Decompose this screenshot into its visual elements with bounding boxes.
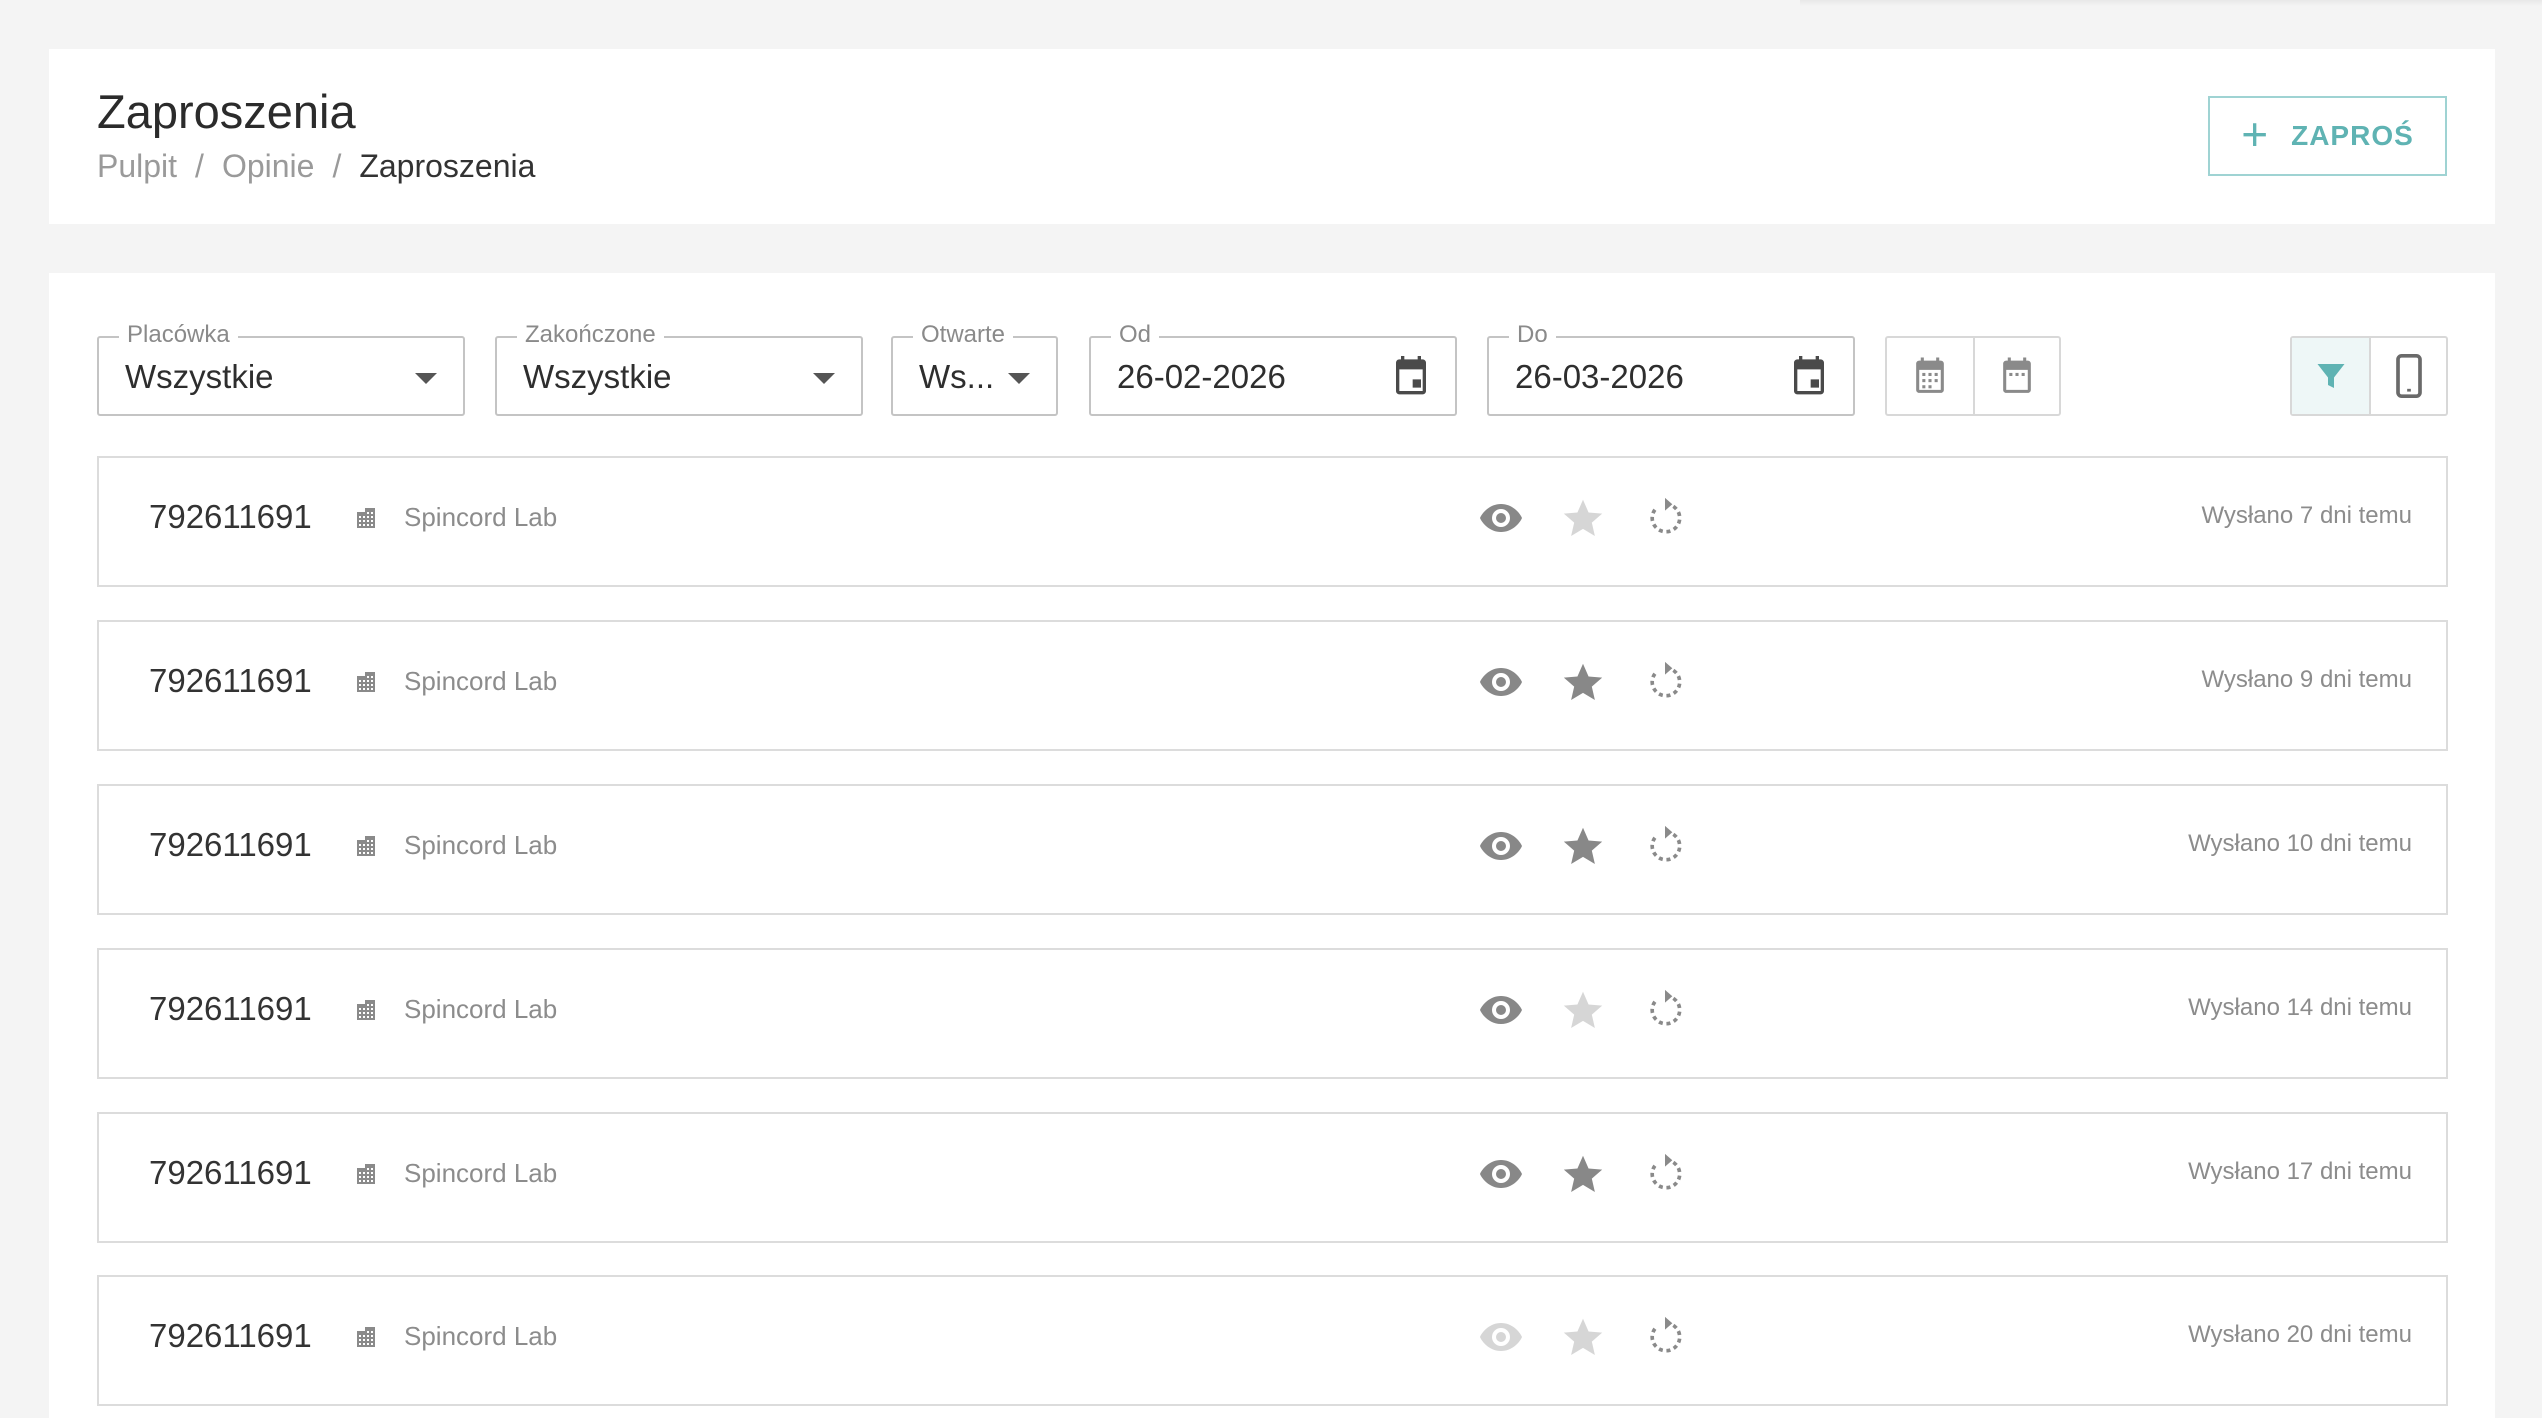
row-actions — [1477, 1150, 1689, 1198]
view-toggle-buttons — [2290, 336, 2448, 416]
zakonczone-value: Wszystkie — [523, 358, 672, 395]
filter-icon — [2317, 364, 2344, 388]
star-icon[interactable] — [1559, 986, 1607, 1034]
mobile-view-button[interactable] — [2369, 338, 2446, 414]
resend-icon[interactable] — [1641, 1313, 1689, 1361]
page-title: Zaproszenia — [97, 85, 356, 138]
invitations-panel: Placówka Wszystkie Zakończone Wszystkie … — [49, 273, 2495, 1418]
row-actions — [1477, 1313, 1689, 1361]
calendar-grid-icon — [1916, 357, 1944, 393]
list-item[interactable]: 792611691 Spincord Lab Wysłano 20 dni temu — [97, 1275, 2448, 1406]
sent-timestamp: Wysłano 7 dni temu — [2201, 502, 2412, 529]
breadcrumb-separator: / — [195, 148, 204, 184]
otwarte-value: Ws... — [919, 358, 995, 395]
star-icon[interactable] — [1559, 822, 1607, 870]
resend-icon[interactable] — [1641, 822, 1689, 870]
sent-timestamp: Wysłano 10 dni temu — [2188, 830, 2412, 857]
phone-number: 792611691 — [149, 990, 312, 1027]
phone-number: 792611691 — [149, 1317, 312, 1354]
clinic-name: Spincord Lab — [404, 1158, 558, 1188]
placowka-value: Wszystkie — [125, 358, 274, 395]
sent-timestamp: Wysłano 20 dni temu — [2188, 1321, 2412, 1348]
building-icon — [355, 1162, 379, 1191]
date-from-value: 26-02-2026 — [1117, 358, 1286, 395]
calendar-week-button[interactable] — [1973, 338, 2059, 414]
clinic-name: Spincord Lab — [404, 502, 558, 532]
row-actions — [1477, 822, 1689, 870]
chevron-down-icon — [813, 373, 835, 384]
building-icon — [355, 1325, 379, 1354]
calendar-icon[interactable] — [1391, 354, 1431, 403]
phone-number: 792611691 — [149, 662, 312, 699]
eye-icon[interactable] — [1477, 986, 1525, 1034]
list-item[interactable]: 792611691 Spincord Lab Wysłano 14 dni temu — [97, 948, 2448, 1079]
sent-timestamp: Wysłano 9 dni temu — [2201, 666, 2412, 693]
building-icon — [355, 998, 379, 1027]
zakonczone-label: Zakończone — [517, 321, 664, 349]
placowka-label: Placówka — [119, 321, 238, 349]
phone-number: 792611691 — [149, 498, 312, 535]
breadcrumb-separator: / — [332, 148, 342, 184]
filter-button[interactable] — [2292, 338, 2369, 414]
breadcrumb: Pulpit / Opinie / Zaproszenia — [97, 148, 535, 185]
zakonczone-select[interactable]: Zakończone Wszystkie — [495, 321, 863, 416]
smartphone-icon — [2395, 354, 2422, 398]
calendar-month-button[interactable] — [1887, 338, 1973, 414]
resend-icon[interactable] — [1641, 494, 1689, 542]
building-icon — [355, 834, 379, 863]
page-header: Zaproszenia Pulpit / Opinie / Zaproszeni… — [49, 49, 2495, 224]
eye-icon[interactable] — [1477, 1313, 1525, 1361]
sent-timestamp: Wysłano 17 dni temu — [2188, 1158, 2412, 1185]
eye-icon[interactable] — [1477, 658, 1525, 706]
star-icon[interactable] — [1559, 1313, 1607, 1361]
sent-timestamp: Wysłano 14 dni temu — [2188, 994, 2412, 1021]
building-icon — [355, 670, 379, 699]
star-icon[interactable] — [1559, 658, 1607, 706]
otwarte-label: Otwarte — [913, 321, 1014, 349]
otwarte-select[interactable]: Otwarte Ws... — [891, 321, 1058, 416]
building-icon — [355, 506, 379, 535]
resend-icon[interactable] — [1641, 658, 1689, 706]
breadcrumb-current: Zaproszenia — [359, 148, 536, 184]
invite-button-label: ZAPROŚ — [2291, 120, 2414, 151]
calendar-icon[interactable] — [1789, 354, 1829, 403]
date-from-field[interactable]: Od 26-02-2026 — [1089, 321, 1457, 416]
eye-icon[interactable] — [1477, 822, 1525, 870]
star-icon[interactable] — [1559, 1150, 1607, 1198]
list-item[interactable]: 792611691 Spincord Lab Wysłano 10 dni temu — [97, 784, 2448, 915]
resend-icon[interactable] — [1641, 986, 1689, 1034]
chevron-down-icon — [415, 373, 437, 384]
calendar-week-icon — [2003, 357, 2031, 393]
breadcrumb-pulpit[interactable]: Pulpit — [97, 148, 177, 185]
phone-number: 792611691 — [149, 1154, 312, 1191]
topbar-shadow — [1800, 0, 2542, 6]
clinic-name: Spincord Lab — [404, 1321, 558, 1351]
star-icon[interactable] — [1559, 494, 1607, 542]
phone-number: 792611691 — [149, 826, 312, 863]
eye-icon[interactable] — [1477, 1150, 1525, 1198]
date-to-value: 26-03-2026 — [1515, 358, 1684, 395]
breadcrumb-opinie[interactable]: Opinie — [222, 148, 315, 185]
plus-icon: + — [2241, 108, 2270, 160]
resend-icon[interactable] — [1641, 1150, 1689, 1198]
clinic-name: Spincord Lab — [404, 994, 558, 1024]
date-to-label: Do — [1509, 321, 1556, 349]
eye-icon[interactable] — [1477, 494, 1525, 542]
clinic-name: Spincord Lab — [404, 830, 558, 860]
list-item[interactable]: 792611691 Spincord Lab Wysłano 7 dni temu — [97, 456, 2448, 587]
date-range-buttons — [1885, 336, 2061, 416]
date-to-field[interactable]: Do 26-03-2026 — [1487, 321, 1855, 416]
invite-button[interactable]: + ZAPROŚ — [2208, 96, 2447, 176]
chevron-down-icon — [1008, 373, 1030, 384]
row-actions — [1477, 986, 1689, 1034]
clinic-name: Spincord Lab — [404, 666, 558, 696]
row-actions — [1477, 494, 1689, 542]
date-from-label: Od — [1111, 321, 1160, 349]
row-actions — [1477, 658, 1689, 706]
list-item[interactable]: 792611691 Spincord Lab Wysłano 17 dni temu — [97, 1112, 2448, 1243]
placowka-select[interactable]: Placówka Wszystkie — [97, 321, 465, 416]
list-item[interactable]: 792611691 Spincord Lab Wysłano 9 dni temu — [97, 620, 2448, 751]
